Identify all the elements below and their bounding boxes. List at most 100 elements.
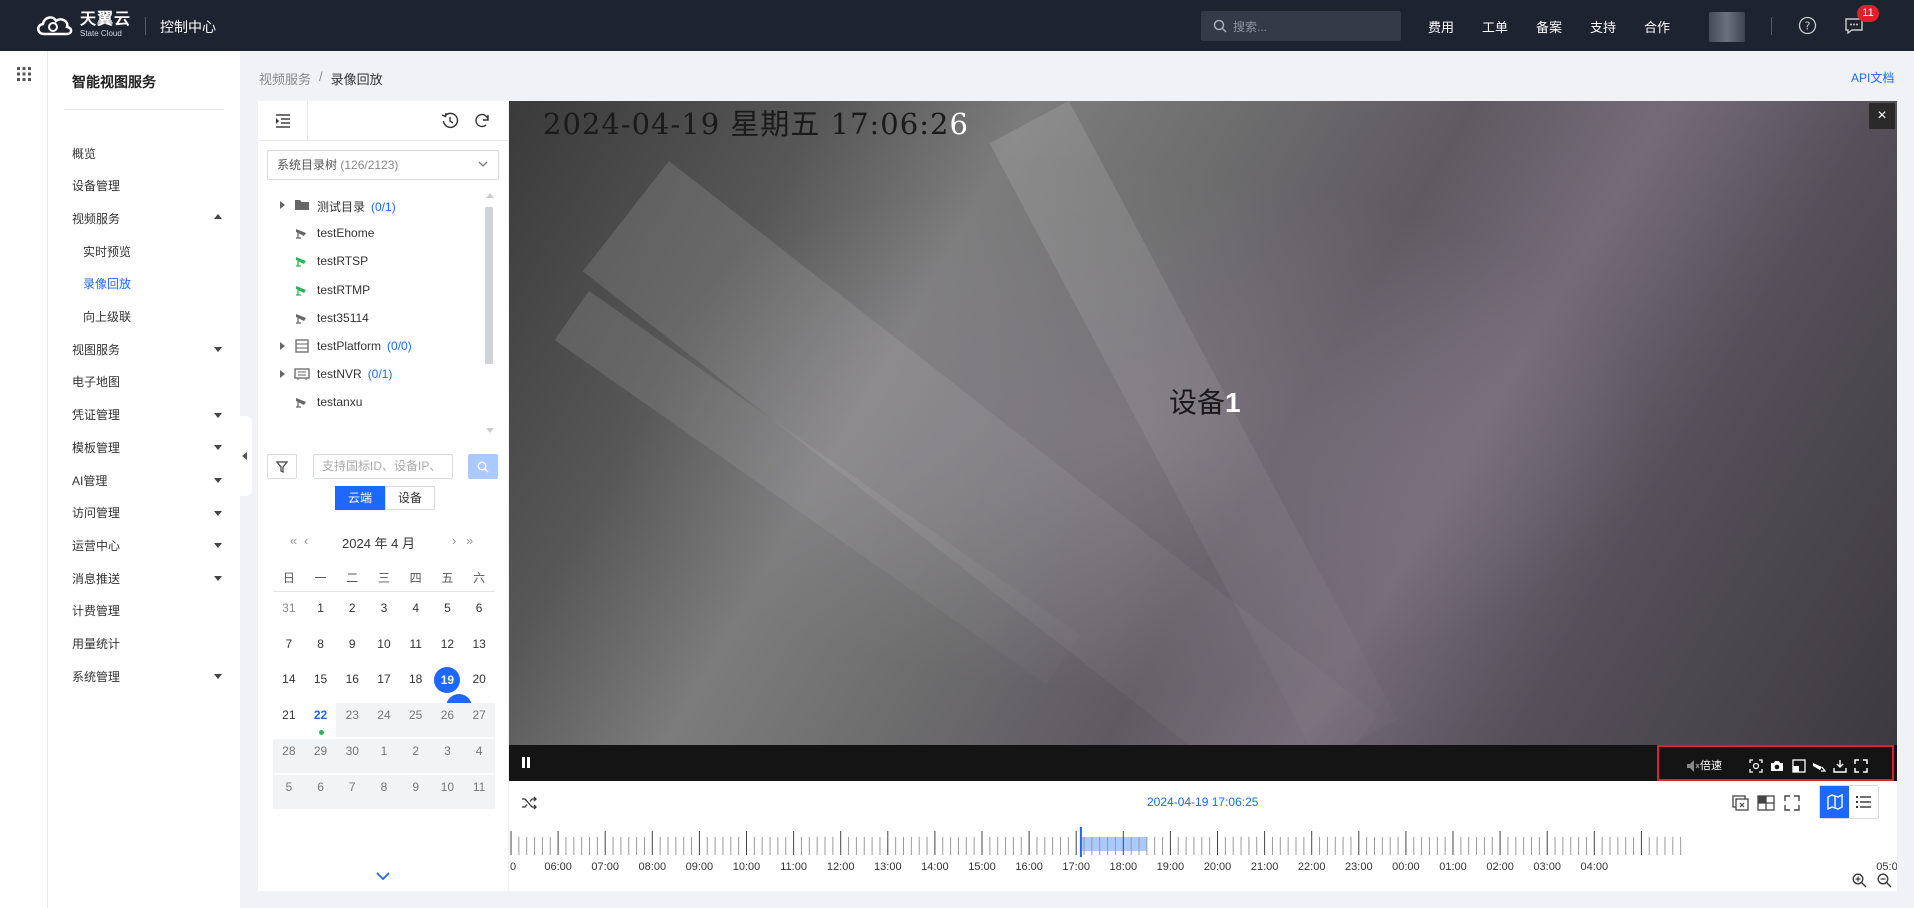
calendar-day[interactable]: 3 <box>368 596 400 630</box>
chevron-down-icon[interactable] <box>376 871 390 881</box>
calendar-day[interactable]: 21 <box>273 703 305 737</box>
sidebar-item-video-service[interactable]: 视频服务 <box>72 204 232 232</box>
picture-in-picture-icon[interactable] <box>1792 759 1806 773</box>
scroll-up-arrow[interactable] <box>486 193 494 198</box>
timeline-view-button[interactable] <box>1820 786 1849 818</box>
calendar-day[interactable]: 7 <box>336 774 369 809</box>
calendar-day[interactable]: 5 <box>432 596 464 630</box>
tree-node[interactable]: testRTSP <box>258 247 488 275</box>
tree-scrollbar[interactable] <box>485 193 494 433</box>
sidebar-item-billing-mgmt[interactable]: 计费管理 <box>72 597 232 625</box>
nav-ticket[interactable]: 工单 <box>1482 17 1536 36</box>
sidebar-item-usage-stats[interactable]: 用量统计 <box>72 630 232 658</box>
close-all-windows-icon[interactable] <box>1731 794 1749 812</box>
device-search-input[interactable]: 支持国标ID、设备IP、 <box>313 454 453 479</box>
calendar-day[interactable]: 20 <box>463 667 495 701</box>
nav-partner[interactable]: 合作 <box>1644 17 1698 36</box>
prev-year-button[interactable]: « <box>290 533 297 548</box>
sidebar-item-message-push[interactable]: 消息推送 <box>72 564 232 592</box>
calendar-day[interactable]: 19 <box>432 667 472 721</box>
filter-button[interactable] <box>267 454 297 479</box>
video-frame[interactable]: 2024-04-19 星期五 17:06:26 设备1 × <box>509 101 1897 745</box>
expand-icon[interactable] <box>1783 794 1801 812</box>
zoom-out-icon[interactable] <box>1877 873 1892 888</box>
ptz-camera-icon[interactable] <box>1812 759 1826 773</box>
directory-tree-select[interactable]: 系统目录树 (126/2123) <box>267 150 499 180</box>
calendar-day[interactable]: 10 <box>431 774 464 809</box>
calendar-day[interactable]: 17 <box>368 667 400 701</box>
calendar-day[interactable]: 27 <box>463 703 495 738</box>
global-search-input[interactable]: 搜索... <box>1201 11 1401 41</box>
expand-caret-icon[interactable] <box>280 342 285 350</box>
tree-node[interactable]: 测试目录 (0/1) <box>258 191 488 219</box>
calendar-day[interactable]: 30 <box>336 738 369 773</box>
sidebar-item-access-mgmt[interactable]: 访问管理 <box>72 499 232 527</box>
calendar-day[interactable]: 9 <box>399 774 432 809</box>
apps-grid-icon[interactable] <box>17 67 31 81</box>
nav-billing[interactable]: 费用 <box>1428 17 1482 36</box>
sidebar-item-live-preview[interactable]: 实时预览 <box>83 237 243 265</box>
prev-month-button[interactable]: ‹ <box>304 533 308 548</box>
calendar-day[interactable]: 9 <box>336 632 368 666</box>
next-month-button[interactable]: › <box>452 533 456 548</box>
calendar-day[interactable]: 4 <box>463 738 495 773</box>
console-link[interactable]: 控制中心 <box>160 17 216 37</box>
layout-split-icon[interactable] <box>1757 794 1775 812</box>
scroll-thumb[interactable] <box>485 207 493 364</box>
next-year-button[interactable]: » <box>466 533 473 548</box>
calendar-day[interactable]: 12 <box>432 632 464 666</box>
sidebar-item-template-mgmt[interactable]: 模板管理 <box>72 433 232 461</box>
calendar-day[interactable]: 13 <box>463 632 495 666</box>
calendar-day[interactable]: 26 <box>431 703 464 738</box>
calendar-day[interactable]: 23 <box>336 703 369 738</box>
calendar-day[interactable]: 16 <box>336 667 368 701</box>
snapshot-icon[interactable] <box>1770 759 1784 773</box>
calendar-day[interactable]: 6 <box>463 596 495 630</box>
tree-node[interactable]: test35114 <box>258 304 488 332</box>
refresh-icon[interactable] <box>473 112 491 130</box>
mute-icon[interactable] <box>1686 759 1700 773</box>
close-player-button[interactable]: × <box>1869 103 1895 129</box>
nav-support[interactable]: 支持 <box>1590 17 1644 36</box>
history-icon[interactable] <box>441 112 459 130</box>
calendar-day[interactable]: 11 <box>463 774 495 809</box>
tree-node[interactable]: testanxu <box>258 388 488 416</box>
calendar-day[interactable]: 3 <box>431 738 464 773</box>
sidebar-item-device-mgmt[interactable]: 设备管理 <box>72 172 232 200</box>
timeline-ruler[interactable] <box>509 825 1897 859</box>
calendar-day[interactable]: 15 <box>305 667 337 701</box>
tree-node[interactable]: testPlatform (0/0) <box>258 332 488 360</box>
recording-timeline[interactable]: 0 06:00 07:00 08:00 09:00 10:00 11:00 12:00 13:0… <box>509 825 1897 891</box>
calendar-day[interactable]: 2 <box>336 596 368 630</box>
sidebar-item-cascade[interactable]: 向上级联 <box>83 303 243 331</box>
sidebar-item-system-mgmt[interactable]: 系统管理 <box>72 662 232 690</box>
tree-node[interactable]: testNVR (0/1) <box>258 360 488 388</box>
download-icon[interactable] <box>1833 759 1847 773</box>
calendar-day[interactable]: 18 <box>400 667 432 701</box>
calendar-day[interactable]: 4 <box>400 596 432 630</box>
calendar-day[interactable]: 8 <box>368 774 400 809</box>
calendar-day[interactable]: 31 <box>273 596 305 630</box>
calendar-day[interactable]: 1 <box>368 738 400 773</box>
brand-logo[interactable]: 天翼云 State Cloud <box>34 12 131 38</box>
list-view-button[interactable] <box>1849 786 1878 818</box>
tree-node[interactable]: testRTMP <box>258 276 488 304</box>
api-doc-link[interactable]: API文档 <box>1851 69 1894 86</box>
sidebar-item-overview[interactable]: 概览 <box>72 139 232 167</box>
sidebar-item-playback[interactable]: 录像回放 <box>83 270 243 298</box>
calendar-day[interactable]: 28 <box>273 738 305 773</box>
calendar-day[interactable]: 6 <box>304 774 337 809</box>
sidebar-item-ai-mgmt[interactable]: AI管理 <box>72 466 232 494</box>
tree-node[interactable]: testEhome <box>258 219 488 247</box>
zoom-in-icon[interactable] <box>1852 873 1867 888</box>
speed-button[interactable]: 倍速 <box>1700 757 1722 773</box>
sidebar-item-ops-center[interactable]: 运营中心 <box>72 531 232 559</box>
fullscreen-icon[interactable] <box>1854 759 1868 773</box>
calendar-day[interactable]: 25 <box>399 703 432 738</box>
pause-icon[interactable] <box>521 756 531 769</box>
calendar-day[interactable]: 1 <box>305 596 337 630</box>
calendar-day[interactable]: 29 <box>304 738 337 773</box>
shuffle-icon[interactable] <box>521 796 537 810</box>
user-avatar[interactable] <box>1709 12 1745 42</box>
tree-collapse-button[interactable] <box>258 101 308 141</box>
